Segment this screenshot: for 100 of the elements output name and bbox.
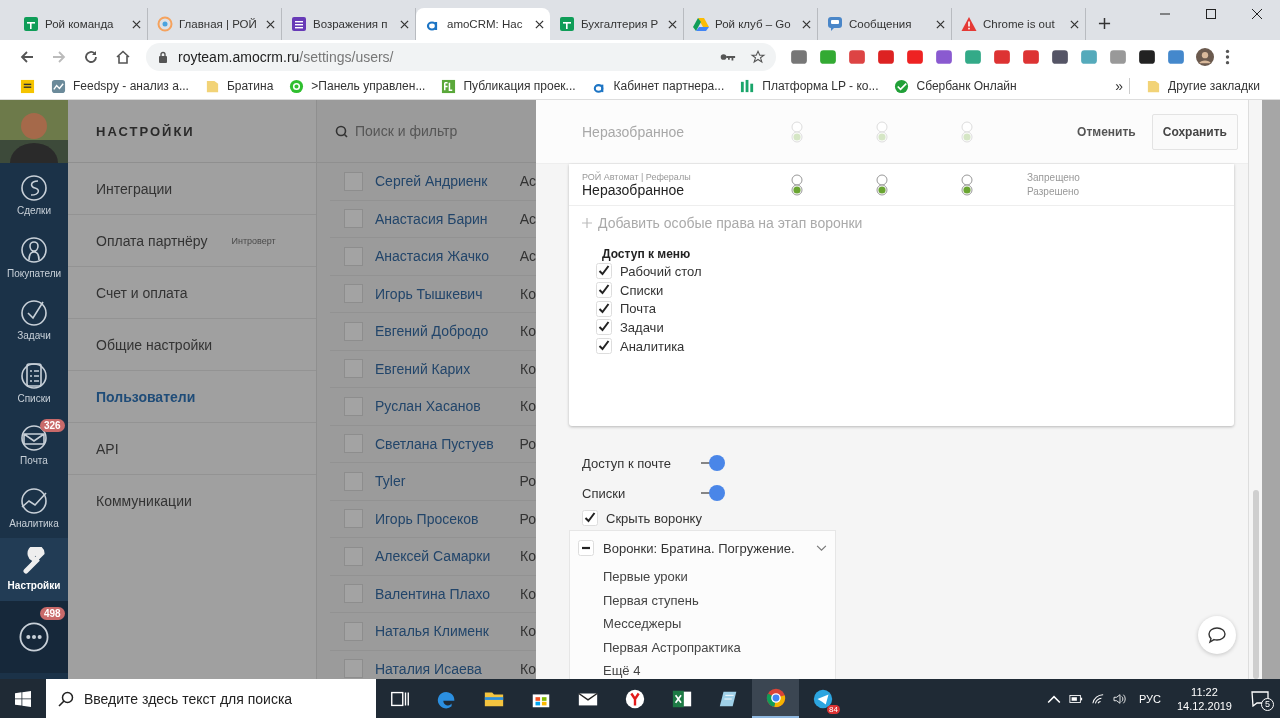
user-name[interactable]: Наталия Исаева <box>375 660 521 677</box>
user-name[interactable]: Евгений Добродо <box>375 323 521 340</box>
avatar-icon[interactable] <box>1196 47 1214 66</box>
user-name[interactable]: Наталья Клименк <box>375 623 521 640</box>
search-field[interactable]: Поиск и фильтр <box>331 119 521 143</box>
dropdown-item[interactable]: Месседжеры <box>570 612 835 636</box>
user-name[interactable]: Руслан Хасанов <box>375 398 521 415</box>
settings-item[interactable]: Оплата партнёру Интроверт <box>68 215 316 267</box>
user-name[interactable]: Светлана Пустуев <box>375 435 520 452</box>
extension-icon[interactable] <box>1138 47 1156 66</box>
chat-button[interactable] <box>1198 616 1236 654</box>
user-name[interactable]: Алексей Самарки <box>375 548 521 565</box>
volume-icon[interactable] <box>1112 692 1127 705</box>
battery-icon[interactable] <box>1068 692 1083 705</box>
notifications-button[interactable]: 5 <box>1248 686 1272 711</box>
reload-icon[interactable] <box>83 48 99 65</box>
browser-tab[interactable]: Возражения п <box>282 8 416 40</box>
user-name[interactable]: Tyler <box>375 473 520 490</box>
chevron-down-icon[interactable] <box>816 544 827 552</box>
browser-tab[interactable]: Бухгалтерия Р <box>550 8 684 40</box>
bookmark[interactable]: Платформа LP - ко... <box>740 78 879 94</box>
checkbox-label[interactable]: Задачи <box>620 319 664 335</box>
star-icon[interactable] <box>750 49 766 64</box>
settings-item[interactable]: API <box>68 423 316 475</box>
settings-item[interactable]: Счет и оплата <box>68 267 316 319</box>
extension-icon[interactable] <box>1051 47 1069 66</box>
checkbox-label[interactable]: Аналитика <box>620 338 685 354</box>
more-bookmarks-button[interactable]: » <box>1115 78 1131 94</box>
user-name[interactable]: Евгений Карих <box>375 360 521 377</box>
close-icon[interactable] <box>132 19 141 29</box>
permission-toggle[interactable] <box>790 120 804 143</box>
checkbox-label[interactable]: Почта <box>620 301 657 317</box>
browser-tab[interactable]: Главная | РОЙ <box>148 8 282 40</box>
language-indicator[interactable]: РУС <box>1138 692 1161 705</box>
user-name[interactable]: Анастасия Барин <box>375 210 520 227</box>
user-name[interactable]: Валентина Плахо <box>375 585 521 602</box>
bookmark[interactable]: Братина <box>204 78 274 94</box>
dropdown-item[interactable]: Первая ступень <box>570 588 835 612</box>
bookmark-icon[interactable] <box>20 78 35 94</box>
nav-item[interactable]: Задачи <box>0 288 68 351</box>
permission-toggle[interactable] <box>960 173 974 196</box>
bookmark[interactable]: Сбербанк Онлайн <box>894 78 1017 94</box>
show-more-link[interactable]: Ещё 4 <box>570 659 835 679</box>
chat-nav-item[interactable]: 498 <box>0 600 68 673</box>
scrollbar-thumb[interactable] <box>1253 490 1259 679</box>
dropdown-item[interactable]: Первая Астропрактика <box>570 635 835 659</box>
browser-tab[interactable]: Рой команда <box>14 8 148 40</box>
minus-icon[interactable] <box>578 540 594 556</box>
bookmark[interactable]: Feedspy - анализ а... <box>51 78 189 94</box>
checkbox-label[interactable]: Скрыть воронку <box>606 510 702 526</box>
cancel-button[interactable]: Отменить <box>1071 116 1142 147</box>
nav-item[interactable]: Покупатели <box>0 225 68 288</box>
permission-toggle[interactable] <box>960 120 974 143</box>
avatar[interactable] <box>0 100 68 163</box>
wifi-icon[interactable] <box>1090 692 1105 705</box>
address-bar[interactable]: royteam.amocrm.ru/settings/users/ <box>146 42 776 71</box>
browser-tab[interactable]: amoCRM: Нас <box>416 8 550 40</box>
browser-tab[interactable]: Рой клуб – Go <box>684 8 818 40</box>
new-tab-icon[interactable] <box>1098 17 1111 30</box>
dropdown-item[interactable]: Первые уроки <box>570 565 835 589</box>
permission-toggle[interactable] <box>790 173 804 196</box>
permission-toggle[interactable] <box>875 120 889 143</box>
clock[interactable]: 11:22 14.12.2019 <box>1176 684 1232 713</box>
toggle-switch[interactable] <box>700 454 726 472</box>
close-icon[interactable] <box>400 19 409 29</box>
save-button[interactable]: Сохранить <box>1151 113 1238 150</box>
user-name[interactable]: Анастасия Жачко <box>375 248 520 265</box>
search-field[interactable]: Введите здесь текст для поиска <box>46 679 376 718</box>
close-icon[interactable] <box>668 19 677 29</box>
back-icon[interactable] <box>19 48 35 65</box>
nav-item[interactable]: Списки <box>0 350 68 413</box>
scrollbar[interactable] <box>1248 100 1262 679</box>
home-icon[interactable] <box>115 48 131 65</box>
nav-item[interactable]: Сделки <box>0 163 68 226</box>
close-icon[interactable] <box>535 19 544 29</box>
settings-item[interactable]: Интеграции <box>68 163 316 215</box>
bookmark[interactable]: >Панель управлен... <box>289 78 426 94</box>
user-name[interactable]: Игорь Тышкевич <box>375 285 521 302</box>
permission-toggle[interactable] <box>875 173 889 196</box>
settings-item[interactable]: Общие настройки <box>68 319 316 371</box>
close-icon[interactable] <box>936 19 945 29</box>
checkbox-label[interactable]: Списки <box>620 282 664 298</box>
taskbar-app[interactable]: 84 <box>799 679 846 718</box>
nav-item[interactable]: Аналитика <box>0 475 68 538</box>
user-name[interactable]: Сергей Андриенк <box>375 173 520 190</box>
nav-item[interactable]: Почта 326 <box>0 413 68 476</box>
browser-tab[interactable]: Сообщения <box>818 8 952 40</box>
close-icon[interactable] <box>266 19 275 29</box>
bookmark[interactable]: Публикация проек... <box>441 78 576 94</box>
user-name[interactable]: Игорь Просеков <box>375 510 520 527</box>
browser-tab[interactable]: Chrome is out <box>952 8 1086 40</box>
settings-item[interactable]: Коммуникации <box>68 475 316 527</box>
bookmark[interactable]: Кабинет партнера... <box>591 78 725 94</box>
toggle-switch[interactable] <box>700 484 726 502</box>
close-icon[interactable] <box>802 19 811 29</box>
menu-icon[interactable] <box>1225 47 1230 66</box>
close-icon[interactable] <box>1070 19 1079 29</box>
bookmark-folder[interactable]: Другие закладки <box>1146 78 1260 94</box>
dropdown-title[interactable]: Воронки: Братина. Погружение. <box>603 540 807 556</box>
nav-item[interactable]: Настройки <box>0 538 68 601</box>
